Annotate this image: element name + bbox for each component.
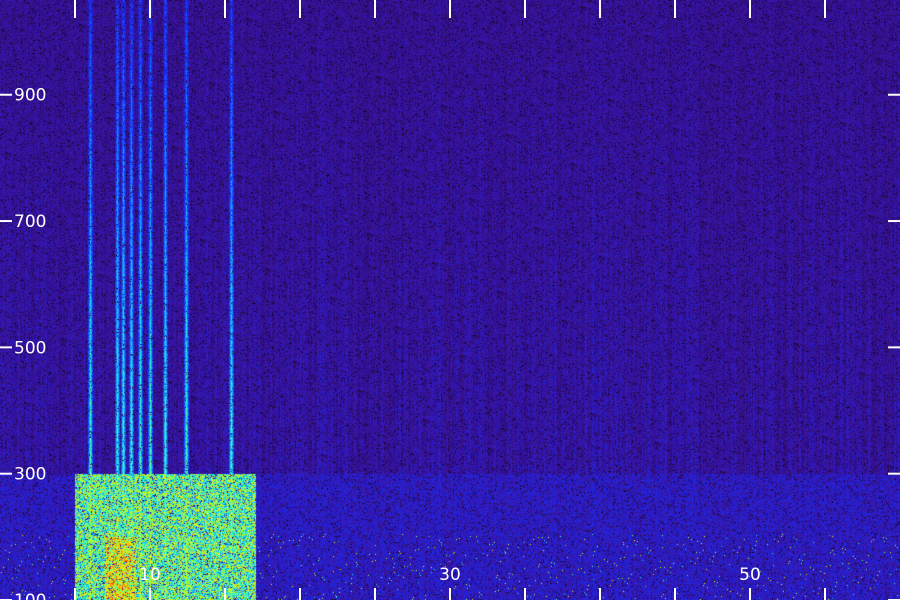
y-tick-label: 900	[14, 86, 46, 106]
x-tick-label: 50	[739, 565, 761, 585]
x-tick-label: 30	[439, 565, 461, 585]
x-tick-label: 10	[139, 565, 161, 585]
axes-overlay: 10 30 50 100 300 500 700 900	[0, 0, 900, 600]
y-tick-label: 300	[14, 465, 46, 485]
y-tick-label: 700	[14, 212, 46, 232]
y-tick-label: 500	[14, 338, 46, 358]
y-tick-label: 100	[14, 591, 46, 600]
